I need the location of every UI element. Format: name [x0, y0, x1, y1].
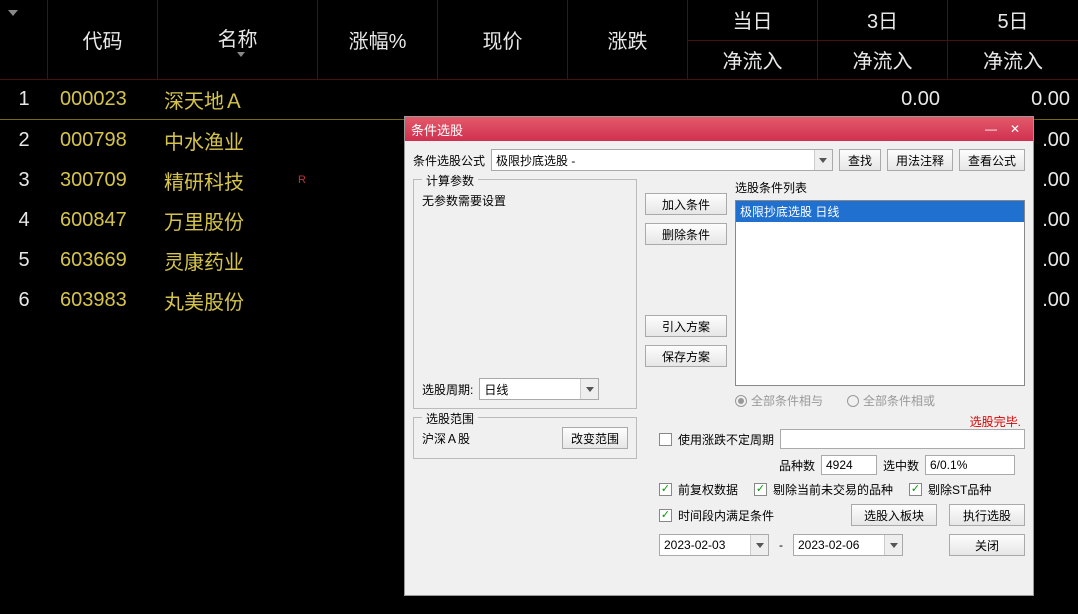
range-fieldset: 选股范围 沪深Ａ股 改变范围	[413, 417, 637, 459]
date-dash: -	[779, 538, 783, 552]
radio-and[interactable]: 全部条件相与	[735, 392, 823, 409]
calc-text: 无参数需要设置	[422, 192, 628, 378]
cell-name: 万里股份	[158, 200, 318, 240]
cell-idx: 3	[0, 160, 48, 200]
checkbox-forward-adj[interactable]	[659, 483, 672, 496]
th-d3[interactable]: 3日 净流入	[818, 0, 948, 79]
period-value: 日线	[484, 381, 508, 398]
date-to-combo[interactable]: 2023-02-06	[793, 534, 903, 556]
cell-idx: 2	[0, 120, 48, 160]
cell-code: 600847	[48, 200, 158, 240]
add-condition-button[interactable]: 加入条件	[645, 193, 727, 215]
find-button[interactable]: 查找	[839, 149, 881, 171]
condition-stock-dialog: 条件选股 — ✕ 条件选股公式 极限抄底选股 - 查找 用法注释 查看公式 计算…	[404, 116, 1034, 596]
table-row[interactable]: 1 000023 深天地Ａ 0.00 0.00	[0, 80, 1078, 120]
cell-price	[438, 80, 568, 119]
checkbox-exclude-notrade[interactable]	[754, 483, 767, 496]
formula-value: 极限抄底选股 -	[496, 152, 575, 169]
formula-combo[interactable]: 极限抄底选股 -	[491, 149, 833, 171]
cell-code: 000023	[48, 80, 158, 119]
close-button[interactable]: 关闭	[949, 534, 1025, 556]
period-combo[interactable]: 日线	[479, 378, 599, 400]
change-range-button[interactable]: 改变范围	[562, 427, 628, 449]
cell-name: 精研科技R	[158, 160, 318, 200]
cell-name: 深天地Ａ	[158, 80, 318, 119]
cell-code: 000798	[48, 120, 158, 160]
cell-name: 丸美股份	[158, 280, 318, 320]
cell-idx: 4	[0, 200, 48, 240]
period-label: 选股周期:	[422, 381, 473, 398]
cell-code: 300709	[48, 160, 158, 200]
calc-params-fieldset: 计算参数 无参数需要设置 选股周期: 日线	[413, 179, 637, 409]
minimize-icon[interactable]: —	[979, 120, 1003, 138]
radio-icon	[735, 395, 747, 407]
exclude-st-label: 剔除ST品种	[928, 481, 991, 498]
import-scheme-button[interactable]: 引入方案	[645, 315, 727, 337]
status-text: 选股完毕.	[645, 413, 1025, 430]
close-icon[interactable]: ✕	[1003, 120, 1027, 138]
list-item[interactable]: 极限抄底选股 日线	[736, 201, 1024, 222]
condition-list-label: 选股条件列表	[735, 179, 1025, 196]
chevron-down-icon[interactable]	[580, 379, 598, 399]
dialog-titlebar[interactable]: 条件选股 — ✕	[405, 117, 1033, 141]
cell-code: 603983	[48, 280, 158, 320]
formula-label: 条件选股公式	[413, 152, 485, 169]
delete-condition-button[interactable]: 删除条件	[645, 223, 727, 245]
date-from-combo[interactable]: 2023-02-03	[659, 534, 769, 556]
th-name[interactable]: 名称	[158, 0, 318, 79]
dropdown-icon[interactable]	[8, 10, 18, 16]
table-header: 代码 名称 涨幅% 现价 涨跌 当日 净流入 3日 净流入 5日 净流入	[0, 0, 1078, 80]
var-period-label: 使用涨跌不定周期	[678, 431, 774, 448]
th-pct[interactable]: 涨幅%	[318, 0, 438, 79]
dialog-title: 条件选股	[411, 120, 979, 139]
checkbox-var-period[interactable]	[659, 433, 672, 446]
calc-legend: 计算参数	[422, 172, 478, 189]
execute-button[interactable]: 执行选股	[949, 504, 1025, 526]
chevron-down-icon[interactable]	[884, 535, 902, 555]
usage-button[interactable]: 用法注释	[887, 149, 953, 171]
count-label: 品种数	[779, 457, 815, 474]
condition-listbox[interactable]: 极限抄底选股 日线	[735, 200, 1025, 386]
exclude-notrade-label: 剔除当前未交易的品种	[773, 481, 893, 498]
radio-icon	[847, 395, 859, 407]
range-legend: 选股范围	[422, 410, 478, 427]
th-d1[interactable]: 当日 净流入	[688, 0, 818, 79]
chevron-down-icon[interactable]	[814, 150, 832, 170]
cell-idx: 6	[0, 280, 48, 320]
radio-or[interactable]: 全部条件相或	[847, 392, 935, 409]
chevron-down-icon	[237, 52, 245, 57]
to-block-button[interactable]: 选股入板块	[851, 504, 937, 526]
save-scheme-button[interactable]: 保存方案	[645, 345, 727, 367]
selected-label: 选中数	[883, 457, 919, 474]
date-from-value: 2023-02-03	[664, 538, 725, 552]
timerange-label: 时间段内满足条件	[678, 507, 774, 524]
cell-code: 603669	[48, 240, 158, 280]
cell-pct	[318, 80, 438, 119]
var-period-input[interactable]	[780, 429, 1025, 449]
selected-value[interactable]	[925, 455, 1015, 475]
forward-adj-label: 前复权数据	[678, 481, 738, 498]
cell-d1	[688, 80, 818, 119]
range-text: 沪深Ａ股	[422, 430, 470, 447]
checkbox-timerange[interactable]	[659, 509, 672, 522]
th-chg[interactable]: 涨跌	[568, 0, 688, 79]
cell-idx: 1	[0, 80, 48, 119]
cell-name: 中水渔业	[158, 120, 318, 160]
th-price[interactable]: 现价	[438, 0, 568, 79]
chevron-down-icon[interactable]	[750, 535, 768, 555]
cell-chg	[568, 80, 688, 119]
th-code[interactable]: 代码	[48, 0, 158, 79]
cell-idx: 5	[0, 240, 48, 280]
th-index[interactable]	[0, 0, 48, 79]
cell-name: 灵康药业	[158, 240, 318, 280]
cell-d3: 0.00	[818, 80, 948, 119]
r-marker: R	[298, 174, 306, 186]
count-value[interactable]	[821, 455, 877, 475]
date-to-value: 2023-02-06	[798, 538, 859, 552]
view-formula-button[interactable]: 查看公式	[959, 149, 1025, 171]
checkbox-exclude-st[interactable]	[909, 483, 922, 496]
th-d5[interactable]: 5日 净流入	[948, 0, 1078, 79]
cell-d5: 0.00	[948, 80, 1078, 119]
